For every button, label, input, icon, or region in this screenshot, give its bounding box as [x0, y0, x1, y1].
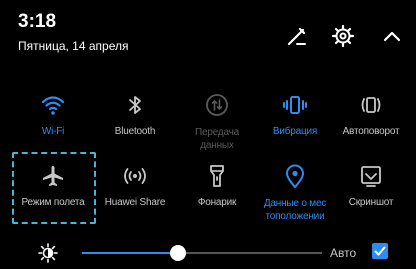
tile-label-text: Передача данных: [194, 127, 239, 151]
clock-time: 3:18: [18, 11, 57, 32]
tile-mobile-data[interactable]: Передача данных: [176, 92, 258, 152]
huawei-share-icon: [122, 163, 148, 189]
gear-icon[interactable]: [331, 24, 355, 48]
auto-brightness-checkbox[interactable]: [372, 243, 388, 259]
tile-label: Вибрация: [272, 126, 318, 137]
tile-label: Скриншот: [348, 197, 394, 208]
brightness-icon: [38, 243, 58, 263]
airplane-mode-highlight: [12, 152, 96, 224]
tile-label: Bluetooth: [114, 126, 156, 137]
wifi-icon: [40, 92, 66, 118]
tile-label: Wi-Fi: [41, 126, 65, 137]
tile-label: Передача данных: [176, 126, 258, 152]
vibration-icon: [282, 92, 308, 118]
tile-wifi[interactable]: Wi-Fi: [12, 92, 94, 138]
chevron-up-icon[interactable]: [380, 24, 404, 48]
tile-vibration[interactable]: Вибрация: [254, 92, 336, 138]
tile-flashlight[interactable]: Фонарик: [176, 163, 258, 209]
brightness-slider-thumb[interactable]: [170, 245, 186, 261]
date-text[interactable]: Пятница, 14 апреля: [18, 39, 128, 53]
flashlight-icon: [204, 163, 230, 189]
screenshot-icon: [358, 163, 384, 189]
auto-rotate-icon: [358, 92, 384, 118]
brightness-slider[interactable]: [82, 245, 322, 261]
brightness-slider-track: [178, 252, 322, 254]
tile-screenshot[interactable]: Скриншот: [330, 163, 412, 209]
tile-auto-rotate[interactable]: Автоповорот: [330, 92, 412, 138]
tile-bluetooth[interactable]: Bluetooth: [94, 92, 176, 138]
bluetooth-icon: [122, 92, 148, 118]
brightness-slider-fill: [82, 252, 178, 254]
mobile-data-icon: [204, 92, 230, 118]
auto-brightness-label: Авто: [330, 246, 357, 260]
tile-huawei-share[interactable]: Huawei Share: [94, 163, 176, 209]
tile-label: Данные о мес тоположении: [254, 197, 336, 223]
edit-icon[interactable]: [285, 24, 309, 48]
quick-settings-panel: 3:18 Пятница, 14 апреля Wi-Fi Bluetooth …: [0, 0, 416, 269]
tile-label: Автоповорот: [342, 126, 400, 137]
location-icon: [282, 163, 308, 189]
tile-label: Huawei Share: [104, 197, 166, 208]
tile-location[interactable]: Данные о мес тоположении: [254, 163, 336, 223]
tile-label: Фонарик: [197, 197, 237, 208]
tile-label-text: Данные о мес тоположении: [263, 198, 327, 222]
